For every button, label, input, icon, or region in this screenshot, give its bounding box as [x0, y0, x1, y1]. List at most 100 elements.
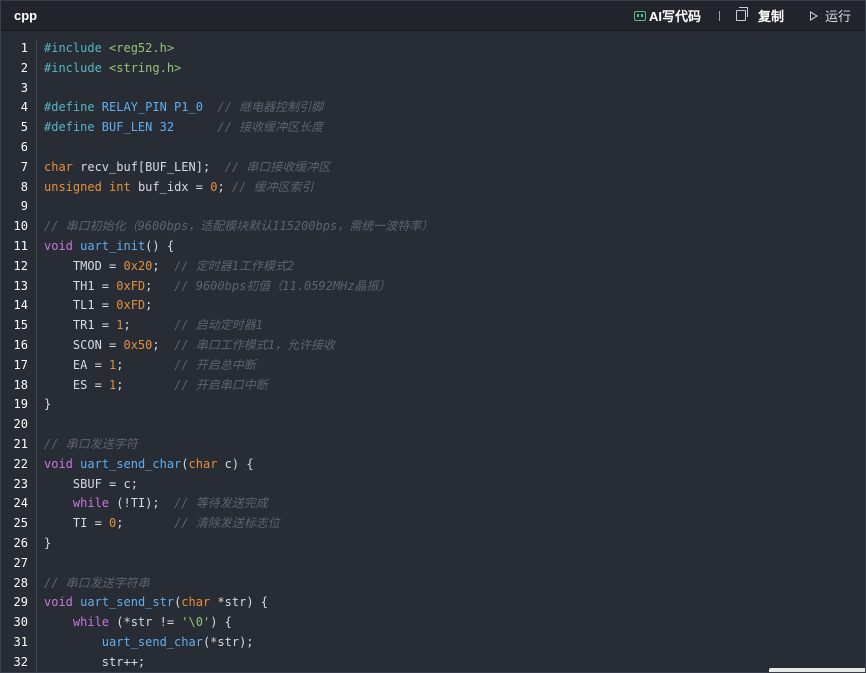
- code-area[interactable]: 1 2 3 4 5 6 7 8 9 10 11 12 13 14 15 16 17 18 19 20 21 22 23 24 2…: [1, 39, 865, 672]
- code-line: SCON = 0x50; // 串口工作模式1，允许接收: [44, 336, 865, 356]
- code-token: // 串口发送字符: [44, 436, 138, 451]
- code-token: ;: [152, 337, 175, 352]
- code-token: ;: [145, 298, 153, 313]
- code-token: #include: [44, 60, 110, 75]
- line-number: 30: [13, 615, 28, 630]
- language-label: cpp: [14, 8, 38, 23]
- ai-write-code-button[interactable]: AI写代码: [633, 6, 701, 25]
- line-number: 21: [13, 436, 28, 451]
- line-number: 29: [13, 595, 28, 610]
- line-number: 9: [20, 199, 28, 214]
- line-number: 20: [13, 417, 28, 432]
- code-token: TL1 =: [44, 298, 117, 313]
- horizontal-scrollbar[interactable]: [769, 668, 865, 672]
- line-number: 22: [13, 456, 28, 471]
- code-line: EA = 1; // 开启总中断: [44, 356, 865, 376]
- code-token: ) {: [210, 615, 232, 630]
- code-actions: AI写代码 复制 运行: [633, 1, 865, 31]
- code-token: EA =: [44, 357, 110, 372]
- code-token: 0xFD: [116, 278, 146, 293]
- code-line: }: [44, 534, 865, 554]
- code-token: unsigned: [44, 179, 102, 194]
- code-token: 0x50: [123, 337, 153, 352]
- code-line: TMOD = 0x20; // 定时器1工作模式2: [44, 257, 865, 277]
- code-token: <string.h>: [109, 60, 182, 75]
- code-line: TI = 0; // 清除发送标志位: [44, 514, 865, 534]
- line-number: 14: [13, 298, 28, 313]
- line-number: 6: [20, 139, 28, 154]
- code-token: // 开启总中断: [174, 357, 256, 372]
- code-line: // 串口初始化（9600bps，适配模块默认115200bps，需统一波特率）: [44, 217, 865, 237]
- copy-label: 复制: [757, 9, 784, 24]
- line-number: 5: [20, 120, 28, 135]
- code-token: TR1 =: [44, 318, 117, 333]
- code-block: cpp AI写代码 复制 运行 1 2 3 4 5 6 7 8 9 10 11 12 13 14 15 16 1…: [0, 0, 866, 673]
- code-token: void: [44, 595, 73, 610]
- code-token: // 串口发送字符串: [44, 575, 150, 590]
- code-line: #include <string.h>: [44, 59, 865, 79]
- code-token: (!TI);: [109, 496, 175, 511]
- code-token: uart_send_char: [101, 634, 203, 649]
- code-token: () {: [145, 238, 175, 253]
- code-token: (*str !=: [109, 615, 182, 630]
- code-token: SCON =: [44, 337, 124, 352]
- code-line: str++;: [44, 653, 865, 672]
- line-number: 2: [20, 60, 28, 75]
- line-number: 1: [20, 41, 28, 55]
- code-token: char: [181, 595, 211, 610]
- code-line: SBUF = c;: [44, 475, 865, 495]
- code-line: void uart_send_str(char *str) {: [44, 593, 865, 613]
- code-token: 0x20: [123, 258, 153, 273]
- code-line: void uart_send_char(char c) {: [44, 455, 865, 475]
- code-token: RELAY_PIN P1_0: [101, 100, 203, 115]
- code-token: ;: [145, 278, 175, 293]
- code-token: // 定时器1工作模式2: [174, 258, 295, 273]
- code-token: uart_send_char: [80, 456, 182, 471]
- line-number: 18: [13, 377, 28, 392]
- copy-button[interactable]: 复制: [735, 6, 784, 25]
- line-number: 32: [13, 654, 28, 669]
- code-token: TMOD =: [44, 258, 124, 273]
- code-token: void: [44, 238, 73, 253]
- line-number: 8: [20, 179, 28, 194]
- code-token: // 继电器控制引脚: [217, 100, 324, 115]
- line-number: 15: [13, 318, 28, 333]
- code-token: ES =: [44, 377, 110, 392]
- code-line: ES = 1; // 开启串口中断: [44, 376, 865, 396]
- code-block-header: cpp AI写代码 复制 运行: [1, 1, 865, 31]
- ai-code-icon: [633, 10, 646, 21]
- copy-icon: [735, 7, 748, 21]
- line-number: 11: [13, 238, 28, 253]
- code-token: c) {: [217, 456, 254, 471]
- line-number: 23: [13, 476, 28, 491]
- code-token: ;: [217, 179, 232, 194]
- code-line: while (!TI); // 等待发送完成: [44, 494, 865, 514]
- code-token: // 9600bps初值（11.0592MHz晶振）: [174, 278, 391, 293]
- code-token: (: [181, 456, 189, 471]
- code-token: // 等待发送完成: [174, 496, 268, 511]
- run-button[interactable]: 运行: [784, 6, 851, 25]
- line-number: 27: [13, 555, 28, 570]
- code-token: // 串口工作模式1，允许接收: [174, 337, 335, 352]
- code-token: BUF_LEN 32: [101, 120, 175, 135]
- line-number: 19: [13, 397, 28, 412]
- code-token: // 开启串口中断: [174, 377, 268, 392]
- code-token: int: [109, 179, 131, 194]
- code-token: recv_buf[BUF_LEN];: [72, 159, 225, 174]
- line-number: 10: [13, 219, 28, 234]
- code-token: #include: [44, 41, 110, 55]
- line-number: 3: [20, 80, 28, 95]
- line-number: 12: [13, 258, 28, 273]
- code-token: // 串口初始化（9600bps，适配模块默认115200bps，需统一波特率）: [44, 219, 434, 234]
- code-token: SBUF = c;: [44, 476, 138, 491]
- code-lines: #include <reg52.h> #include <string.h> #d…: [44, 39, 865, 672]
- code-token: ;: [123, 318, 175, 333]
